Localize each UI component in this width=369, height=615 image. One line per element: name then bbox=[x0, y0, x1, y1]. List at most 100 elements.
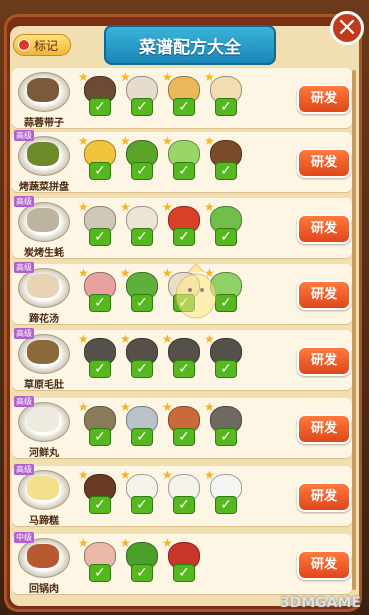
star-icon: ★ bbox=[204, 200, 215, 214]
garlic-icon[interactable]: ★ ✓ bbox=[120, 70, 160, 116]
check-icon: ✓ bbox=[131, 228, 153, 246]
chili-sauce-icon[interactable]: ★ ✓ bbox=[162, 536, 202, 582]
recipe-row: 高级 马蹄糕 ★ ✓ ★ ✓ ★ ✓ ★ ✓ 研发 bbox=[12, 464, 352, 528]
chestnut-icon[interactable]: ★ ✓ bbox=[78, 468, 118, 514]
check-icon: ✓ bbox=[215, 162, 237, 180]
star-icon: ★ bbox=[120, 332, 131, 346]
dish-level-badge: 高级 bbox=[14, 464, 34, 475]
develop-button[interactable]: 研发 bbox=[297, 148, 351, 178]
fish-icon[interactable]: ★ ✓ bbox=[78, 400, 118, 446]
develop-button[interactable]: 研发 bbox=[297, 214, 351, 244]
recipe-row: 高级 炭烤生蚝 ★ ✓ ★ ✓ ★ ✓ ★ ✓ 研发 bbox=[12, 196, 352, 260]
chili-icon[interactable]: ★ ✓ bbox=[162, 200, 202, 246]
bokchoy-icon[interactable]: ★ ✓ bbox=[162, 134, 202, 180]
check-icon: ✓ bbox=[173, 360, 195, 378]
dish-image[interactable]: 高级 蹄花汤 bbox=[14, 262, 72, 326]
dish-food-icon bbox=[27, 142, 59, 166]
watermark-mascot-icon bbox=[175, 263, 217, 319]
shrimp-icon[interactable]: ★ ✓ bbox=[162, 400, 202, 446]
pepper-icon[interactable]: ★ ✓ bbox=[120, 536, 160, 582]
close-button[interactable]: × bbox=[330, 11, 364, 45]
star-icon: ★ bbox=[162, 200, 173, 214]
star-icon: ★ bbox=[204, 332, 215, 346]
dish-food-icon bbox=[27, 274, 59, 298]
squid-icon[interactable]: ★ ✓ bbox=[204, 70, 244, 116]
dish-image[interactable]: 中级 回锅肉 bbox=[14, 532, 72, 596]
star-icon: ★ bbox=[78, 134, 89, 148]
dish-image[interactable]: 蒜蓉带子 bbox=[14, 66, 72, 130]
check-icon: ✓ bbox=[173, 98, 195, 116]
garlic-icon[interactable]: ★ ✓ bbox=[120, 200, 160, 246]
check-icon: ✓ bbox=[89, 564, 111, 582]
star-icon: ★ bbox=[120, 70, 131, 84]
check-icon: ✓ bbox=[131, 294, 153, 312]
tripe-icon[interactable]: ★ ✓ bbox=[120, 332, 160, 378]
star-icon: ★ bbox=[120, 200, 131, 214]
close-icon: × bbox=[336, 12, 358, 42]
mark-dot-icon bbox=[18, 39, 30, 51]
star-icon: ★ bbox=[204, 134, 215, 148]
mushroom-icon[interactable]: ★ ✓ bbox=[204, 134, 244, 180]
tripe-icon[interactable]: ★ ✓ bbox=[78, 332, 118, 378]
star-icon: ★ bbox=[78, 400, 89, 414]
star-icon: ★ bbox=[120, 266, 131, 280]
recipe-row: 高级 草原毛肚 ★ ✓ ★ ✓ ★ ✓ ★ ✓ 研发 bbox=[12, 328, 352, 392]
dish-image[interactable]: 高级 河鲜丸 bbox=[14, 396, 72, 460]
develop-button[interactable]: 研发 bbox=[297, 414, 351, 444]
star-icon: ★ bbox=[204, 400, 215, 414]
check-icon: ✓ bbox=[89, 294, 111, 312]
develop-button[interactable]: 研发 bbox=[297, 280, 351, 310]
dish-level-badge: 高级 bbox=[14, 328, 34, 339]
sugar-icon[interactable]: ★ ✓ bbox=[204, 468, 244, 514]
check-icon: ✓ bbox=[131, 564, 153, 582]
check-icon: ✓ bbox=[173, 228, 195, 246]
check-icon: ✓ bbox=[89, 228, 111, 246]
check-icon: ✓ bbox=[215, 360, 237, 378]
scrollbar[interactable] bbox=[352, 70, 356, 590]
dish-image[interactable]: 高级 炭烤生蚝 bbox=[14, 196, 72, 260]
peas-icon[interactable]: ★ ✓ bbox=[120, 266, 160, 312]
check-icon: ✓ bbox=[173, 162, 195, 180]
dish-image[interactable]: 高级 马蹄糕 bbox=[14, 464, 72, 528]
mushroom-icon[interactable]: ★ ✓ bbox=[78, 70, 118, 116]
star-icon: ★ bbox=[78, 70, 89, 84]
develop-button[interactable]: 研发 bbox=[297, 84, 351, 114]
star-icon: ★ bbox=[78, 332, 89, 346]
tripe-icon[interactable]: ★ ✓ bbox=[204, 332, 244, 378]
mark-button[interactable]: 标记 bbox=[13, 34, 71, 56]
dish-level-badge: 高级 bbox=[14, 196, 34, 207]
develop-button[interactable]: 研发 bbox=[297, 346, 351, 376]
corn-icon[interactable]: ★ ✓ bbox=[78, 134, 118, 180]
check-icon: ✓ bbox=[89, 98, 111, 116]
flour-icon[interactable]: ★ ✓ bbox=[120, 468, 160, 514]
develop-button[interactable]: 研发 bbox=[297, 482, 351, 512]
dish-level-badge: 高级 bbox=[14, 396, 34, 407]
dish-food-icon bbox=[27, 476, 59, 500]
develop-button[interactable]: 研发 bbox=[297, 550, 351, 580]
dish-image[interactable]: 高级 烤蔬菜拼盘 bbox=[14, 130, 72, 194]
check-icon: ✓ bbox=[89, 496, 111, 514]
check-icon: ✓ bbox=[89, 360, 111, 378]
leek-icon[interactable]: ★ ✓ bbox=[204, 200, 244, 246]
flour-icon[interactable]: ★ ✓ bbox=[162, 468, 202, 514]
meat-icon[interactable]: ★ ✓ bbox=[78, 266, 118, 312]
dialog-title: 菜谱配方大全 bbox=[104, 25, 276, 65]
dish-food-icon bbox=[27, 340, 59, 364]
star-icon: ★ bbox=[78, 468, 89, 482]
dish-image[interactable]: 高级 草原毛肚 bbox=[14, 328, 72, 392]
check-icon: ✓ bbox=[215, 228, 237, 246]
fish-icon[interactable]: ★ ✓ bbox=[120, 400, 160, 446]
dish-level-badge: 高级 bbox=[14, 130, 34, 141]
check-icon: ✓ bbox=[215, 496, 237, 514]
check-icon: ✓ bbox=[215, 428, 237, 446]
pork-icon[interactable]: ★ ✓ bbox=[78, 536, 118, 582]
check-icon: ✓ bbox=[89, 162, 111, 180]
check-icon: ✓ bbox=[173, 496, 195, 514]
scallop-icon[interactable]: ★ ✓ bbox=[162, 70, 202, 116]
dish-food-icon bbox=[27, 408, 59, 432]
tripe-icon[interactable]: ★ ✓ bbox=[162, 332, 202, 378]
oyster-icon[interactable]: ★ ✓ bbox=[78, 200, 118, 246]
pepper-icon[interactable]: ★ ✓ bbox=[120, 134, 160, 180]
fish-icon[interactable]: ★ ✓ bbox=[204, 400, 244, 446]
mark-label: 标记 bbox=[34, 38, 59, 53]
